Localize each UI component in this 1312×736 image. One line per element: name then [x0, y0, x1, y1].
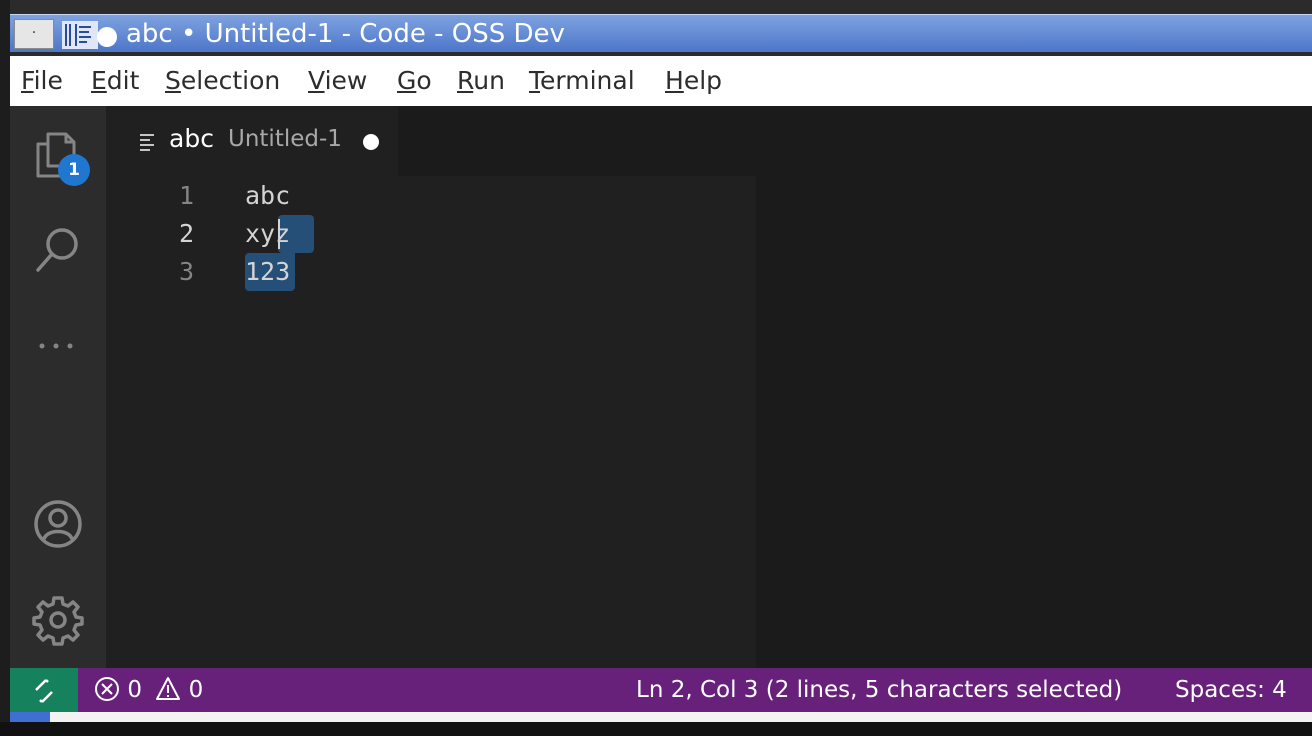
menu-selection-mnemonic: S — [165, 66, 181, 95]
code-editor[interactable]: 1 abc 2 xyz 3 123 — [106, 176, 756, 668]
indentation-status[interactable]: Spaces: 4 — [1175, 668, 1287, 712]
explorer-button[interactable]: 1 — [32, 130, 90, 186]
menu-help[interactable]: Help — [665, 56, 722, 106]
menu-run-mnemonic: R — [457, 66, 474, 95]
gear-icon — [32, 596, 84, 646]
menu-edit[interactable]: Edit — [91, 56, 139, 106]
screen: · abc • Untitled-1 - Code - OSS Dev File… — [0, 0, 1312, 736]
activity-bar: 1 — [10, 106, 106, 668]
menu-view-label: iew — [324, 66, 368, 95]
remote-icon — [35, 679, 53, 703]
more-views-button[interactable] — [32, 320, 84, 372]
title-bar[interactable]: · abc • Untitled-1 - Code - OSS Dev — [10, 14, 1312, 52]
menu-run-label: un — [473, 66, 505, 95]
menu-selection-label: election — [180, 66, 281, 95]
problems-status[interactable]: 0 0 — [94, 668, 203, 712]
menu-go-mnemonic: G — [397, 66, 417, 95]
menu-view-mnemonic: V — [308, 66, 325, 95]
cursor-position[interactable]: Ln 2, Col 3 (2 lines, 5 characters selec… — [636, 668, 1122, 712]
editor-group: abc Untitled-1 1 abc 2 xyz 3 123 — [106, 106, 1312, 668]
line-number: 3 — [178, 257, 194, 286]
tab-strip: abc Untitled-1 — [106, 106, 1312, 176]
menu-edit-label: dit — [106, 66, 140, 95]
menu-terminal[interactable]: Terminal — [529, 56, 635, 106]
menu-view[interactable]: View — [308, 56, 367, 106]
line-text: xyz — [245, 219, 291, 248]
code-line: 3 123 — [106, 253, 756, 291]
dirty-indicator-icon[interactable] — [363, 134, 379, 150]
tab-label: abc — [169, 124, 214, 153]
code-line: 1 abc — [106, 177, 756, 215]
search-icon — [36, 228, 78, 272]
dirty-dot-icon — [97, 27, 117, 47]
line-text: 123 — [245, 257, 291, 286]
accounts-button[interactable] — [32, 498, 84, 550]
window-app-icon — [62, 21, 98, 49]
menu-terminal-mnemonic: T — [529, 66, 541, 95]
more-icon — [39, 343, 73, 349]
error-count: 0 — [127, 677, 142, 703]
window-title: abc • Untitled-1 - Code - OSS Dev — [126, 19, 565, 49]
menu-bar: File Edit Selection View Go Run Terminal… — [10, 56, 1312, 106]
status-bar: 0 0 Ln 2, Col 3 (2 lines, 5 characters s… — [10, 668, 1312, 712]
menu-edit-mnemonic: E — [91, 66, 107, 95]
line-number: 2 — [178, 219, 194, 248]
menu-file-label: ile — [33, 66, 63, 95]
manage-button[interactable] — [32, 594, 84, 646]
window-menu-button[interactable]: · — [14, 19, 54, 49]
menu-help-label: elp — [683, 66, 723, 95]
warning-count: 0 — [188, 677, 204, 703]
account-icon — [34, 500, 82, 548]
menu-selection[interactable]: Selection — [165, 56, 280, 106]
remote-indicator[interactable] — [10, 668, 78, 712]
menu-terminal-label: erminal — [540, 66, 635, 95]
tab-untitled-1[interactable]: abc Untitled-1 — [106, 106, 398, 176]
search-button[interactable] — [32, 224, 84, 276]
text-file-icon — [140, 134, 154, 151]
explorer-badge: 1 — [58, 154, 90, 186]
code-line-active: 2 xyz — [106, 215, 756, 253]
line-number: 1 — [178, 181, 194, 210]
horizontal-scrollbar[interactable] — [10, 712, 1312, 722]
window-edge — [0, 0, 10, 736]
menu-go-label: o — [416, 66, 432, 95]
tab-description: Untitled-1 — [228, 126, 342, 152]
text-cursor — [278, 219, 280, 249]
line-text: abc — [245, 181, 291, 210]
error-icon — [95, 677, 119, 701]
menu-file[interactable]: File — [21, 56, 63, 106]
menu-help-mnemonic: H — [665, 66, 684, 95]
menu-go[interactable]: Go — [397, 56, 432, 106]
warning-icon — [156, 677, 181, 700]
scrollbar-thumb[interactable] — [10, 712, 50, 722]
editor-empty-area — [756, 176, 1312, 668]
menu-file-mnemonic: F — [21, 66, 34, 95]
menu-run[interactable]: Run — [457, 56, 505, 106]
screen-bottom-edge — [0, 722, 1312, 736]
